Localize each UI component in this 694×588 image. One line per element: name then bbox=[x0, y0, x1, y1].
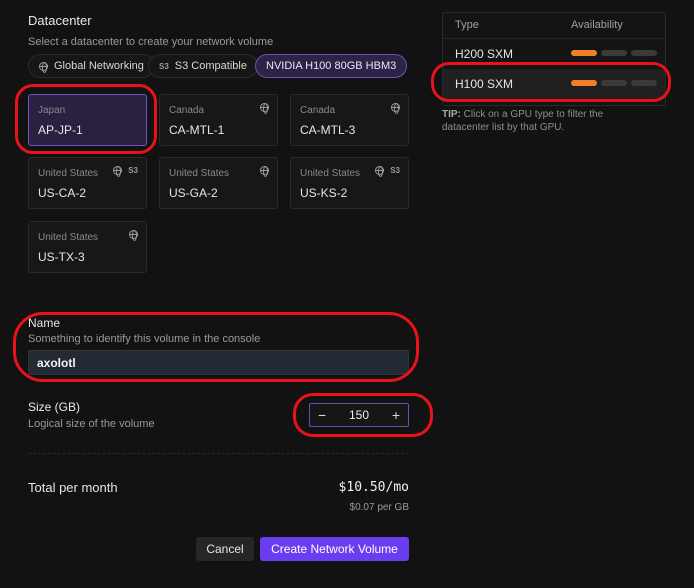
datacenter-card-us-tx-3[interactable]: United States US-TX-3 bbox=[28, 221, 147, 273]
availability-bar bbox=[601, 50, 627, 56]
divider bbox=[28, 453, 409, 454]
tip-body: Click on a GPU type to filter the datace… bbox=[442, 109, 604, 133]
s3-icon: S3 bbox=[128, 166, 138, 175]
card-country: Canada bbox=[300, 105, 336, 116]
availability-bar bbox=[571, 50, 597, 56]
filter-label: S3 Compatible bbox=[174, 60, 247, 72]
annotation-circle-name bbox=[13, 312, 419, 382]
globe-icon bbox=[39, 61, 48, 73]
card-country: United States bbox=[169, 168, 230, 179]
size-subtitle: Logical size of the volume bbox=[28, 418, 155, 430]
price-per-gb: $0.07 per GB bbox=[349, 502, 409, 513]
gpu-type: H200 SXM bbox=[455, 47, 514, 61]
datacenter-subtitle: Select a datacenter to create your netwo… bbox=[28, 36, 274, 48]
s3-icon: S3 bbox=[159, 61, 169, 71]
card-code: US-GA-2 bbox=[169, 186, 218, 200]
globe-icon bbox=[260, 103, 269, 114]
filter-global-networking[interactable]: Global Networking bbox=[28, 54, 155, 78]
datacenter-card-ca-mtl-3[interactable]: Canada CA-MTL-3 bbox=[290, 94, 409, 146]
card-code: CA-MTL-1 bbox=[169, 123, 225, 137]
panel-header: Type Availability bbox=[443, 13, 665, 39]
datacenter-card-us-ks-2[interactable]: United States US-KS-2 S3 bbox=[290, 157, 409, 209]
card-country: United States bbox=[38, 168, 99, 179]
card-country: United States bbox=[38, 232, 99, 243]
globe-icon bbox=[260, 166, 269, 177]
card-country: United States bbox=[300, 168, 361, 179]
datacenter-card-us-ga-2[interactable]: United States US-GA-2 bbox=[159, 157, 278, 209]
card-code: US-CA-2 bbox=[38, 186, 87, 200]
globe-icon bbox=[375, 166, 385, 177]
filter-label: NVIDIA H100 80GB HBM3 bbox=[266, 60, 397, 72]
column-availability: Availability bbox=[571, 19, 623, 31]
card-country: Canada bbox=[169, 105, 205, 116]
globe-icon bbox=[113, 166, 123, 177]
annotation-circle-size bbox=[293, 393, 433, 437]
datacenter-card-ca-mtl-1[interactable]: Canada CA-MTL-1 bbox=[159, 94, 278, 146]
s3-icon: S3 bbox=[390, 166, 400, 175]
filter-gpu-h100[interactable]: NVIDIA H100 80GB HBM3 bbox=[255, 54, 408, 78]
tip-label: TIP: bbox=[442, 109, 461, 120]
availability-bars bbox=[571, 50, 657, 56]
card-code: US-TX-3 bbox=[38, 250, 85, 264]
total-label: Total per month bbox=[28, 480, 118, 495]
globe-icon bbox=[129, 230, 138, 241]
create-network-volume-button[interactable]: Create Network Volume bbox=[260, 537, 409, 561]
total-amount: $10.50/mo bbox=[338, 480, 409, 495]
filter-label: Global Networking bbox=[54, 60, 144, 72]
globe-icon bbox=[391, 103, 400, 114]
annotation-circle-h100 bbox=[431, 62, 671, 102]
annotation-circle-japan bbox=[15, 84, 157, 154]
card-code: US-KS-2 bbox=[300, 186, 348, 200]
card-code: CA-MTL-3 bbox=[300, 123, 356, 137]
column-type: Type bbox=[455, 19, 479, 31]
size-title: Size (GB) bbox=[28, 400, 81, 414]
filter-s3-compatible[interactable]: S3 S3 Compatible bbox=[148, 54, 258, 78]
tip-text: TIP: Click on a GPU type to filter the d… bbox=[442, 108, 652, 134]
datacenter-card-us-ca-2[interactable]: United States US-CA-2 S3 bbox=[28, 157, 147, 209]
availability-bar bbox=[631, 50, 657, 56]
datacenter-title: Datacenter bbox=[28, 13, 92, 28]
cancel-button[interactable]: Cancel bbox=[196, 537, 254, 561]
